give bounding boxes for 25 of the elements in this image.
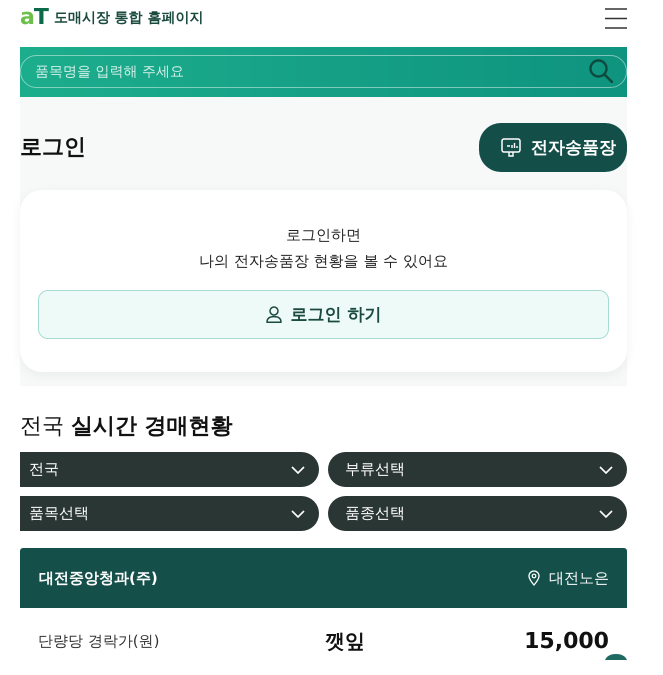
invoice-button[interactable]: 전자송품장 <box>479 123 627 172</box>
login-button[interactable]: 로그인 하기 <box>38 290 609 339</box>
chevron-down-icon <box>291 510 305 518</box>
price-label: 단량당 경락가(원) <box>38 632 160 651</box>
filter-dropdown[interactable]: 전국 <box>20 452 319 487</box>
chevron-down-icon <box>291 466 305 474</box>
section-title: 전국 실시간 경매현황 <box>20 413 234 441</box>
chevron-down-icon <box>599 510 613 518</box>
location-text: 대전노은 <box>549 568 609 588</box>
message-text: 나의 전자송품장 현황을 볼 수 있어요 <box>198 251 449 272</box>
filter-dropdown[interactable]: 품종선택 <box>328 496 627 531</box>
chevron-down-icon <box>599 466 613 474</box>
price-value: 15,000 <box>523 629 609 654</box>
monitor-icon <box>501 138 521 157</box>
location-pin-icon <box>528 570 540 586</box>
market-name: 대전중앙청과(주) <box>39 568 158 588</box>
filter-dropdown[interactable]: 품목선택 <box>20 496 319 531</box>
menu-icon[interactable] <box>605 8 627 29</box>
person-icon <box>266 306 282 323</box>
site-title: 도매시장 통합 홈페이지 <box>54 9 204 28</box>
section-title: 로그인 <box>20 134 86 162</box>
filter-dropdown[interactable]: 부류선택 <box>328 452 627 487</box>
search-icon[interactable] <box>589 59 613 83</box>
item-name: 깻잎 <box>325 628 365 655</box>
message-text: 로그인하면 <box>285 225 362 246</box>
